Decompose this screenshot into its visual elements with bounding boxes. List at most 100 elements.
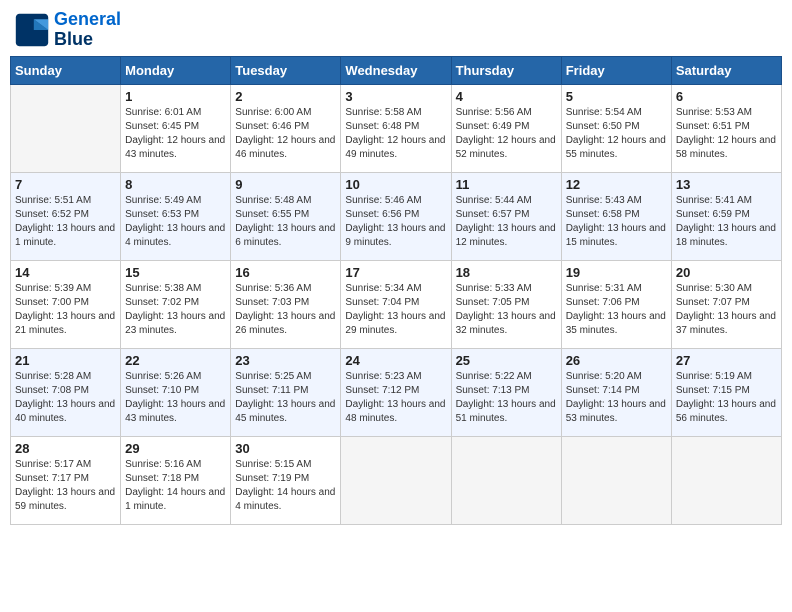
day-info: Sunrise: 5:30 AMSunset: 7:07 PMDaylight:… [676,282,777,338]
day-number: 24 [345,353,446,368]
day-number: 28 [15,441,116,456]
day-number: 22 [125,353,226,368]
weekday-header-wednesday: Wednesday [341,56,451,84]
calendar-cell: 16Sunrise: 5:36 AMSunset: 7:03 PMDayligh… [231,260,341,348]
calendar-cell: 14 Sunrise: 5:39 AMSunset: 7:00 PMDayligh… [11,260,121,348]
day-info: Sunrise: 5:36 AMSunset: 7:03 PMDaylight:… [235,282,336,338]
day-number: 20 [676,265,777,280]
calendar-cell [341,436,451,524]
calendar-cell: 28 Sunrise: 5:17 AMSunset: 7:17 PMDayligh… [11,436,121,524]
day-info: Sunrise: 5:46 AMSunset: 6:56 PMDaylight:… [345,194,446,250]
page-header: General Blue [10,10,782,50]
day-number: 29 [125,441,226,456]
day-info: Sunrise: 6:00 AMSunset: 6:46 PMDaylight:… [235,106,336,162]
calendar-cell: 27Sunrise: 5:19 AMSunset: 7:15 PMDayligh… [671,348,781,436]
weekday-header-thursday: Thursday [451,56,561,84]
weekday-header-friday: Friday [561,56,671,84]
calendar-cell: 12Sunrise: 5:43 AMSunset: 6:58 PMDayligh… [561,172,671,260]
calendar-week-3: 14 Sunrise: 5:39 AMSunset: 7:00 PMDayligh… [11,260,782,348]
calendar-cell: 3 Sunrise: 5:58 AMSunset: 6:48 PMDaylight… [341,84,451,172]
day-number: 23 [235,353,336,368]
day-info: Sunrise: 5:17 AMSunset: 7:17 PMDaylight:… [15,458,116,514]
calendar-cell: 5 Sunrise: 5:54 AMSunset: 6:50 PMDaylight… [561,84,671,172]
day-number: 7 [15,177,116,192]
day-number: 4 [456,89,557,104]
day-number: 1 [125,89,226,104]
calendar-cell: 30 Sunrise: 5:15 AMSunset: 7:19 PMDayligh… [231,436,341,524]
calendar-cell: 15 Sunrise: 5:38 AMSunset: 7:02 PMDayligh… [121,260,231,348]
calendar-cell: 6 Sunrise: 5:53 AMSunset: 6:51 PMDaylight… [671,84,781,172]
calendar-cell: 17 Sunrise: 5:34 AMSunset: 7:04 PMDayligh… [341,260,451,348]
day-number: 10 [345,177,446,192]
day-info: Sunrise: 5:39 AMSunset: 7:00 PMDaylight:… [15,282,116,338]
day-number: 9 [235,177,336,192]
calendar-cell [671,436,781,524]
day-number: 17 [345,265,446,280]
day-info: Sunrise: 5:38 AMSunset: 7:02 PMDaylight:… [125,282,226,338]
day-info: Sunrise: 5:44 AMSunset: 6:57 PMDaylight:… [456,194,557,250]
calendar-cell: 21Sunrise: 5:28 AMSunset: 7:08 PMDayligh… [11,348,121,436]
day-number: 19 [566,265,667,280]
day-number: 30 [235,441,336,456]
calendar-cell [451,436,561,524]
calendar-cell: 2Sunrise: 6:00 AMSunset: 6:46 PMDaylight… [231,84,341,172]
calendar-cell [561,436,671,524]
day-info: Sunrise: 5:28 AMSunset: 7:08 PMDaylight:… [15,370,116,426]
day-info: Sunrise: 5:54 AMSunset: 6:50 PMDaylight:… [566,106,667,162]
day-info: Sunrise: 5:56 AMSunset: 6:49 PMDaylight:… [456,106,557,162]
calendar-week-4: 21Sunrise: 5:28 AMSunset: 7:08 PMDayligh… [11,348,782,436]
day-info: Sunrise: 5:26 AMSunset: 7:10 PMDaylight:… [125,370,226,426]
calendar-cell: 24 Sunrise: 5:23 AMSunset: 7:12 PMDayligh… [341,348,451,436]
calendar-cell: 1 Sunrise: 6:01 AMSunset: 6:45 PMDaylight… [121,84,231,172]
calendar-week-1: 1 Sunrise: 6:01 AMSunset: 6:45 PMDaylight… [11,84,782,172]
calendar-cell: 18 Sunrise: 5:33 AMSunset: 7:05 PMDayligh… [451,260,561,348]
logo: General Blue [14,10,121,50]
calendar-cell: 11 Sunrise: 5:44 AMSunset: 6:57 PMDayligh… [451,172,561,260]
weekday-header-monday: Monday [121,56,231,84]
day-number: 27 [676,353,777,368]
day-number: 5 [566,89,667,104]
day-info: Sunrise: 5:34 AMSunset: 7:04 PMDaylight:… [345,282,446,338]
day-number: 26 [566,353,667,368]
calendar-cell: 4 Sunrise: 5:56 AMSunset: 6:49 PMDaylight… [451,84,561,172]
weekday-header-saturday: Saturday [671,56,781,84]
day-number: 11 [456,177,557,192]
day-info: Sunrise: 5:22 AMSunset: 7:13 PMDaylight:… [456,370,557,426]
calendar-cell: 13 Sunrise: 5:41 AMSunset: 6:59 PMDayligh… [671,172,781,260]
calendar-week-5: 28 Sunrise: 5:17 AMSunset: 7:17 PMDayligh… [11,436,782,524]
day-info: Sunrise: 6:01 AMSunset: 6:45 PMDaylight:… [125,106,226,162]
day-number: 14 [15,265,116,280]
day-info: Sunrise: 5:31 AMSunset: 7:06 PMDaylight:… [566,282,667,338]
calendar-header-row: SundayMondayTuesdayWednesdayThursdayFrid… [11,56,782,84]
day-number: 13 [676,177,777,192]
logo-icon [14,12,50,48]
day-number: 15 [125,265,226,280]
day-number: 3 [345,89,446,104]
day-number: 25 [456,353,557,368]
calendar-cell: 8 Sunrise: 5:49 AMSunset: 6:53 PMDaylight… [121,172,231,260]
weekday-header-sunday: Sunday [11,56,121,84]
day-info: Sunrise: 5:20 AMSunset: 7:14 PMDaylight:… [566,370,667,426]
calendar-cell: 26 Sunrise: 5:20 AMSunset: 7:14 PMDayligh… [561,348,671,436]
day-info: Sunrise: 5:41 AMSunset: 6:59 PMDaylight:… [676,194,777,250]
day-info: Sunrise: 5:48 AMSunset: 6:55 PMDaylight:… [235,194,336,250]
day-number: 18 [456,265,557,280]
calendar-table: SundayMondayTuesdayWednesdayThursdayFrid… [10,56,782,525]
day-info: Sunrise: 5:49 AMSunset: 6:53 PMDaylight:… [125,194,226,250]
day-number: 12 [566,177,667,192]
day-info: Sunrise: 5:58 AMSunset: 6:48 PMDaylight:… [345,106,446,162]
day-info: Sunrise: 5:33 AMSunset: 7:05 PMDaylight:… [456,282,557,338]
day-number: 8 [125,177,226,192]
calendar-cell: 29Sunrise: 5:16 AMSunset: 7:18 PMDayligh… [121,436,231,524]
day-number: 6 [676,89,777,104]
calendar-cell [11,84,121,172]
logo-text: General Blue [54,10,121,50]
day-info: Sunrise: 5:23 AMSunset: 7:12 PMDaylight:… [345,370,446,426]
calendar-cell: 22 Sunrise: 5:26 AMSunset: 7:10 PMDayligh… [121,348,231,436]
day-info: Sunrise: 5:53 AMSunset: 6:51 PMDaylight:… [676,106,777,162]
calendar-cell: 23Sunrise: 5:25 AMSunset: 7:11 PMDayligh… [231,348,341,436]
day-info: Sunrise: 5:51 AMSunset: 6:52 PMDaylight:… [15,194,116,250]
day-info: Sunrise: 5:15 AMSunset: 7:19 PMDaylight:… [235,458,336,514]
calendar-body: 1 Sunrise: 6:01 AMSunset: 6:45 PMDaylight… [11,84,782,524]
weekday-header-tuesday: Tuesday [231,56,341,84]
